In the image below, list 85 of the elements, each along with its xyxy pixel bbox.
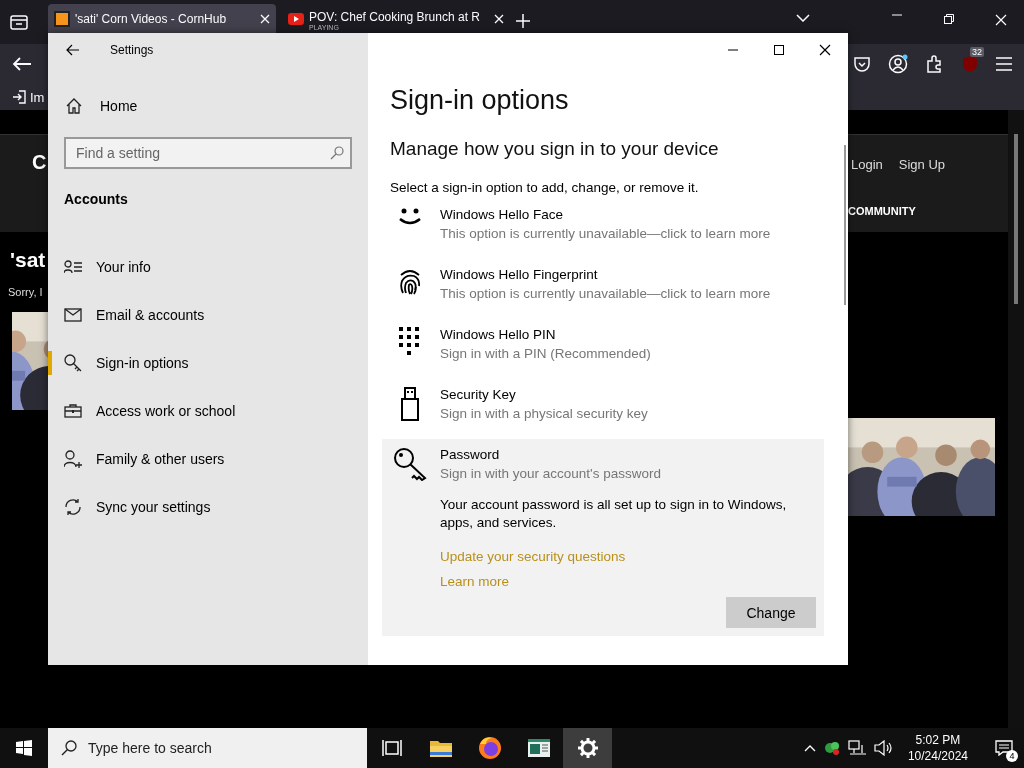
home-nav-item[interactable]: Home — [64, 87, 352, 125]
close-tab-icon[interactable] — [260, 13, 270, 24]
keypad-icon — [399, 327, 421, 355]
tab-list-icon[interactable] — [10, 14, 28, 30]
maximize-icon[interactable] — [774, 45, 784, 55]
page-title: Sign-in options — [390, 85, 570, 116]
close-tab-icon[interactable] — [494, 13, 504, 24]
close-icon[interactable] — [819, 44, 831, 56]
search-icon — [61, 740, 77, 756]
option-description: Sign in with a physical security key — [440, 405, 649, 423]
usb-key-icon — [400, 387, 420, 421]
briefcase-icon — [64, 404, 82, 418]
option-details: Your account password is all set up to sign in to Windows, apps, and services. — [440, 496, 788, 532]
nav-link[interactable]: Login — [851, 157, 883, 172]
person-add-icon — [64, 450, 82, 468]
key-icon — [393, 447, 427, 481]
site-logo[interactable]: C — [32, 151, 47, 174]
option-description: Sign in with a PIN (Recommended) — [440, 345, 652, 363]
sign-in-option[interactable]: Windows Hello PIN Sign in with a PIN (Recommended) — [382, 319, 824, 379]
app-window-icon[interactable] — [526, 738, 551, 758]
search-icon — [330, 146, 344, 160]
fingerprint-icon — [398, 267, 422, 295]
pocket-icon[interactable] — [854, 56, 870, 72]
sign-in-option[interactable]: Windows Hello Face This option is currently unavailable—click to learn more — [382, 199, 824, 259]
page-heading: 'sat — [10, 248, 46, 272]
nav-item[interactable]: Your info — [64, 243, 352, 291]
change-button[interactable]: Change — [726, 597, 816, 628]
taskbar-search-field[interactable]: Type here to search — [48, 728, 367, 768]
account-icon[interactable] — [888, 54, 908, 74]
start-icon[interactable] — [16, 740, 32, 756]
option-description: This option is currently unavailable—click to learn more — [440, 285, 772, 303]
tab-overflow-chevron-icon[interactable] — [796, 14, 810, 22]
nav-link[interactable]: Sign Up — [898, 157, 946, 172]
option-title: Windows Hello PIN — [440, 326, 557, 344]
option-title: Windows Hello Face — [440, 206, 565, 224]
option-description: Sign in with your account's password — [440, 465, 662, 483]
mail-icon — [64, 308, 82, 322]
page-subtitle: Manage how you sign in to your device — [390, 138, 720, 160]
sign-in-option[interactable]: Password Sign in with your account's password Your account password is all set up to sign in to Windows, apps, and services. Update your security questions Learn more Change — [382, 439, 824, 636]
sign-in-option[interactable]: Security Key Sign in with a physical security key — [382, 379, 824, 439]
bookmark-label[interactable]: Im — [30, 89, 45, 105]
import-icon — [12, 90, 26, 104]
option-title: Password — [440, 446, 501, 464]
folder-icon[interactable] — [428, 738, 453, 758]
page-message: Sorry, I — [8, 286, 43, 298]
nav-item[interactable]: Family & other users — [64, 435, 352, 483]
section-heading: Accounts — [64, 191, 129, 209]
nav-item[interactable]: Sign-in options — [64, 339, 352, 387]
nav-item[interactable]: Email & accounts — [64, 291, 352, 339]
option-title: Security Key — [440, 386, 517, 404]
volume-icon[interactable] — [873, 740, 892, 756]
category-link[interactable]: COMMUNITY — [848, 205, 916, 217]
menu-icon[interactable] — [996, 57, 1012, 71]
person-list-icon — [64, 260, 82, 274]
new-tab-icon[interactable] — [516, 14, 530, 28]
scrollbar-thumb[interactable] — [1014, 134, 1018, 304]
task-view-icon[interactable] — [381, 739, 402, 757]
nav-item[interactable]: Access work or school — [64, 387, 352, 435]
video-site-icon — [288, 12, 304, 25]
extension-badge: 32 — [970, 47, 984, 57]
scrollbar-thumb[interactable] — [844, 145, 846, 305]
key-icon — [64, 354, 82, 372]
instruction-text: Select a sign-in option to add, change, or remove it. — [390, 180, 700, 195]
site-favicon-icon — [54, 10, 70, 27]
option-title: Windows Hello Fingerprint — [440, 266, 599, 284]
security-tray-icon[interactable] — [823, 740, 840, 756]
clock[interactable]: 5:02 PM 10/24/2024 — [899, 732, 976, 764]
extensions-icon[interactable] — [926, 55, 944, 73]
nav-item[interactable]: Sync your settings — [64, 483, 352, 531]
sync-icon — [64, 498, 82, 516]
network-icon[interactable] — [847, 740, 866, 756]
home-icon — [66, 98, 82, 114]
notification-count: 4 — [1006, 750, 1018, 762]
back-icon[interactable] — [66, 44, 80, 56]
settings-icon[interactable] — [577, 738, 598, 758]
search-field[interactable]: Find a setting — [64, 137, 352, 169]
browser-tab[interactable]: 'sati' Corn Videos - CornHub — [48, 4, 276, 33]
taskbar-app[interactable] — [563, 728, 612, 768]
restore-icon[interactable] — [944, 14, 954, 24]
sign-in-option[interactable]: Windows Hello Fingerprint This option is currently unavailable—click to learn more — [382, 259, 824, 319]
window-title: Settings — [110, 43, 154, 57]
chevron-up-icon[interactable] — [803, 744, 816, 752]
smiley-face-icon — [397, 207, 423, 227]
option-description: This option is currently unavailable—click to learn more — [440, 225, 772, 243]
browser-logo-icon[interactable] — [477, 736, 502, 760]
